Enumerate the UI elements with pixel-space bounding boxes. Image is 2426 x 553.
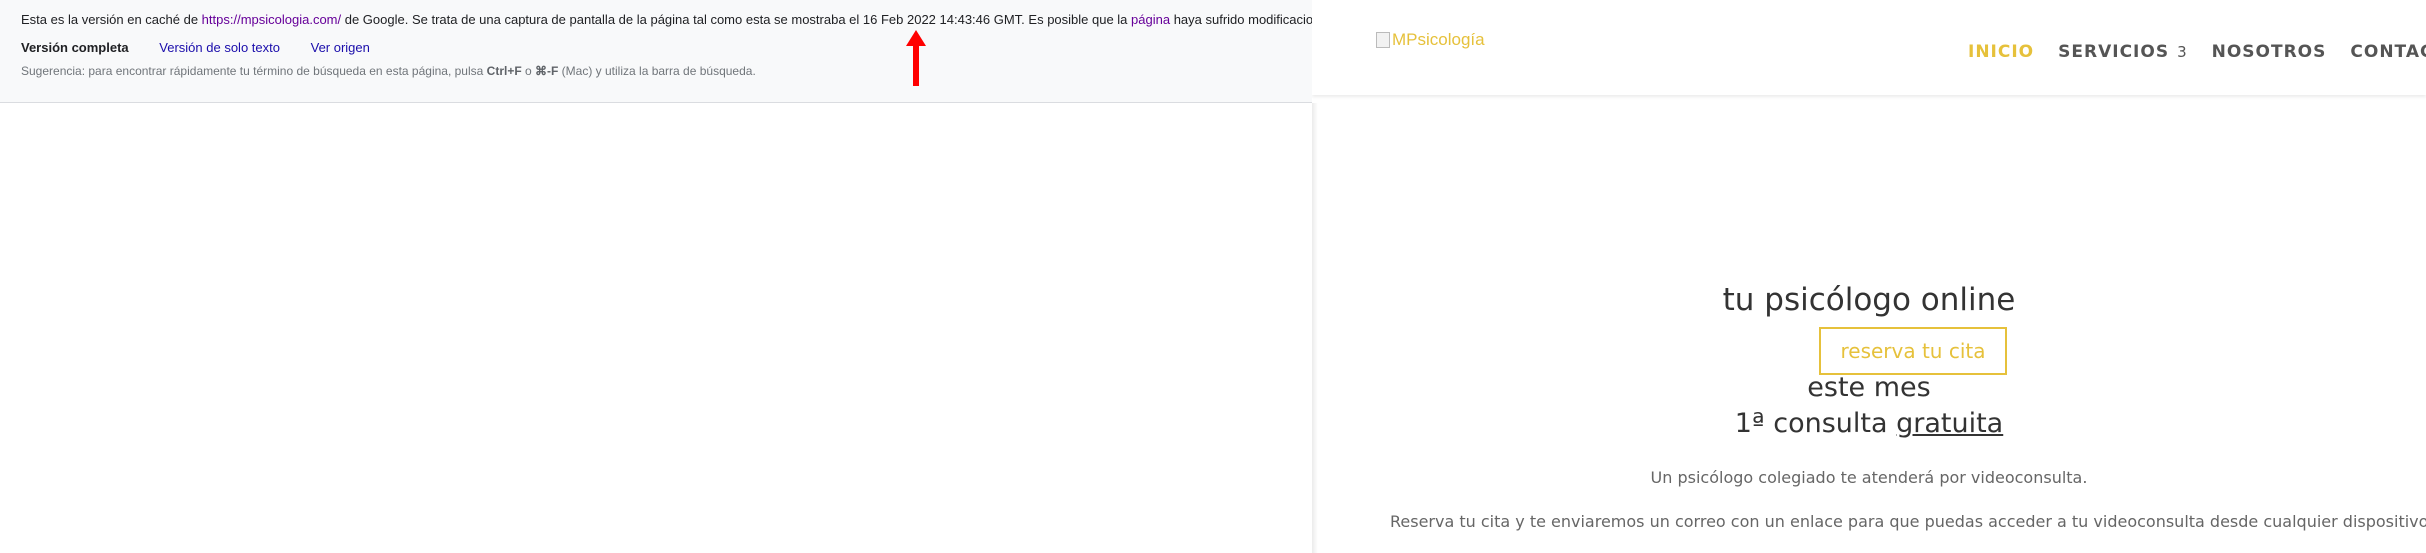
cache-info-prefix: Esta es la versión en caché de xyxy=(21,12,202,27)
chevron-down-icon: 3 xyxy=(2177,43,2188,61)
tip-shortcut-ctrl-f: Ctrl+F xyxy=(486,64,522,78)
cache-version-links: Versión completa Versión de solo texto V… xyxy=(21,40,397,55)
book-appointment-button[interactable]: reserva tu cita xyxy=(1819,327,2007,375)
text-only-link[interactable]: Versión de solo texto xyxy=(159,40,280,55)
nav-item-servicios[interactable]: SERVICIOS 3 xyxy=(2058,42,2187,62)
tip-or: o xyxy=(521,64,536,78)
tip-prefix: Sugerencia: para encontrar rápidamente t… xyxy=(21,64,487,78)
nav-servicios-label: SERVICIOS xyxy=(2058,42,2170,62)
view-source-link[interactable]: Ver origen xyxy=(311,40,370,55)
hero-description-1: Un psicólogo colegiado te atenderá por v… xyxy=(1650,468,2088,487)
red-arrow-annotation-icon xyxy=(906,30,926,86)
cached-url-link[interactable]: https://mpsicologia.com/ xyxy=(202,12,341,27)
free-consult-prefix: 1ª consulta xyxy=(1734,408,1897,439)
hero-title: tu psicólogo online xyxy=(1722,282,2016,318)
broken-image-icon xyxy=(1376,32,1390,48)
hero-free-consult: 1ª consulta gratuita xyxy=(1312,408,2426,439)
search-tip: Sugerencia: para encontrar rápidamente t… xyxy=(21,64,756,78)
free-consult-highlight: gratuita xyxy=(1896,408,2004,439)
logo-alt-text: MPsicología xyxy=(1392,30,1485,49)
nav-item-inicio[interactable]: INICIO xyxy=(1968,42,2034,62)
hero-description-2: Reserva tu cita y te enviaremos un corre… xyxy=(1390,512,2426,531)
cache-info-middle: de Google. Se trata de una captura de pa… xyxy=(341,12,1132,27)
tip-suffix: (Mac) y utiliza la barra de búsqueda. xyxy=(558,64,756,78)
cache-info-line: Esta es la versión en caché de https://m… xyxy=(21,12,1313,27)
current-page-link[interactable]: página xyxy=(1131,12,1170,27)
nav-item-nosotros[interactable]: NOSOTROS xyxy=(2212,42,2327,62)
nav-item-contacto[interactable]: CONTACT xyxy=(2350,42,2426,62)
full-version-label: Versión completa xyxy=(21,40,129,55)
website-viewport: MPsicología INICIO SERVICIOS 3 NOSOTROS C… xyxy=(1312,0,2426,553)
cache-info-suffix: haya sufrido modificacio xyxy=(1170,12,1314,27)
main-navigation: INICIO SERVICIOS 3 NOSOTROS CONTACT xyxy=(1968,42,2426,62)
site-logo[interactable]: MPsicología xyxy=(1376,30,1485,50)
hero-subtitle-this-month: este mes xyxy=(1807,372,1931,403)
site-header: MPsicología INICIO SERVICIOS 3 NOSOTROS C… xyxy=(1312,0,2426,95)
tip-shortcut-cmd-f: ⌘-F xyxy=(535,64,559,78)
